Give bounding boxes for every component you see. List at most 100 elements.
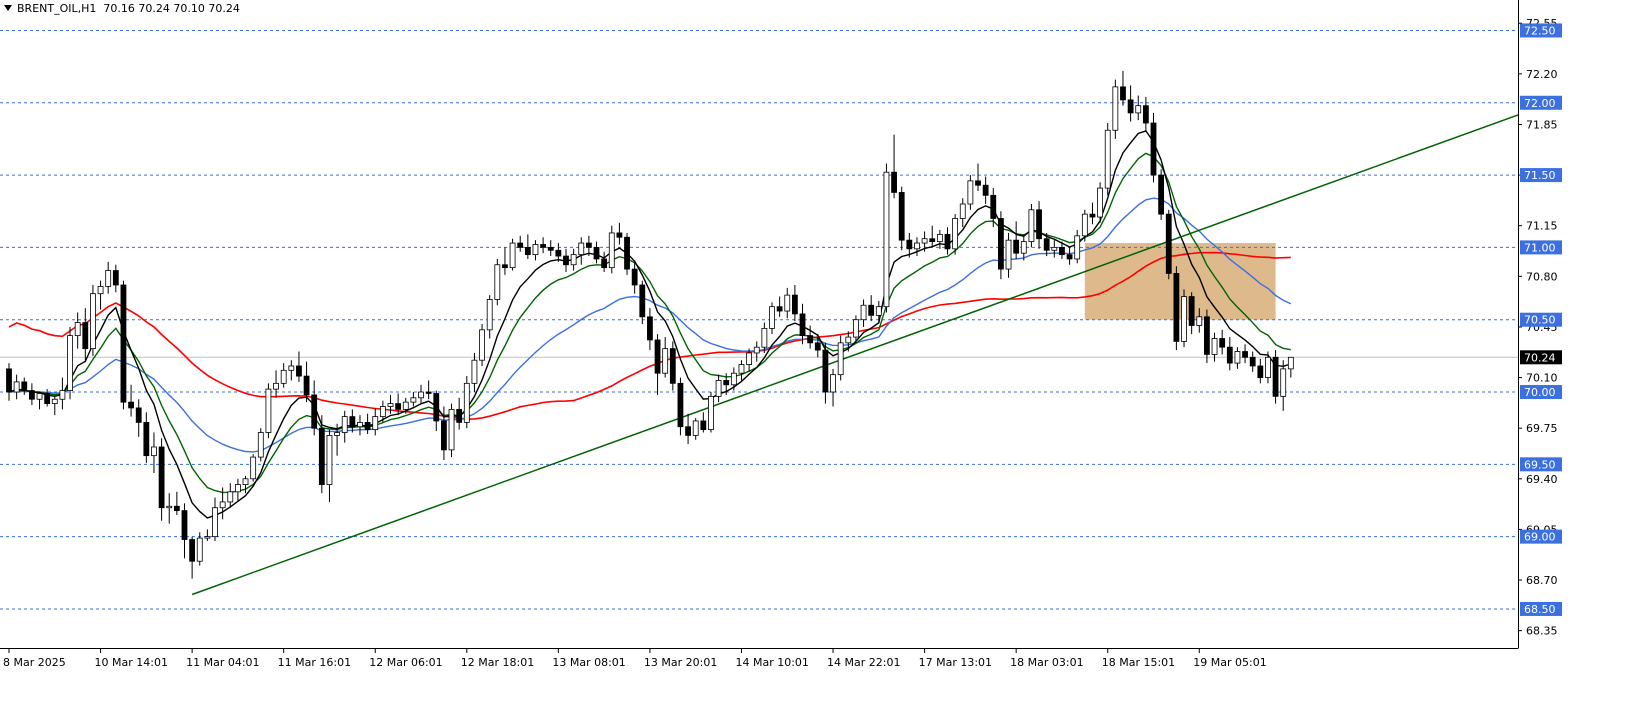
candle-body-bear	[1150, 122, 1157, 176]
candle	[982, 176, 989, 205]
candle-body-bull	[97, 286, 104, 295]
candle-body-bull	[257, 432, 264, 458]
ascending-trendline	[191, 114, 1519, 596]
candle-body-bear	[1089, 213, 1096, 218]
candle	[410, 392, 417, 407]
candle-body-bull	[853, 319, 859, 338]
candle	[59, 377, 66, 410]
candle-body-bull	[280, 369, 287, 384]
candle-body-bear	[891, 171, 897, 193]
candle	[601, 251, 608, 272]
candle-body-bear	[1013, 239, 1020, 254]
candle-body-bear	[120, 284, 127, 403]
candle	[90, 284, 96, 356]
candle-body-bear	[82, 322, 89, 350]
candle-body-bull	[90, 293, 96, 350]
candle-body-bear	[555, 249, 562, 257]
candle-body-bear	[585, 242, 592, 248]
candle-body-bull	[769, 306, 775, 329]
candle	[1127, 85, 1134, 122]
candle	[532, 240, 539, 261]
candle	[1013, 221, 1020, 259]
time-tick-label: 14 Mar 22:01	[827, 656, 900, 669]
candle	[868, 295, 875, 322]
price-tick-label: 71.85	[1526, 118, 1558, 131]
candle	[799, 303, 806, 345]
candle-body-bear	[425, 391, 432, 394]
candle-body-bear	[1120, 86, 1126, 101]
candle-body-bear	[143, 421, 150, 457]
candle-body-bull	[1181, 296, 1187, 342]
candle-body-bull	[265, 388, 272, 433]
candle	[769, 302, 775, 335]
candle-body-bull	[1234, 351, 1241, 364]
candle-body-bear	[982, 184, 989, 196]
candle-body-bull	[715, 380, 722, 397]
candle	[242, 475, 249, 494]
candle-body-bull	[692, 420, 699, 436]
candle-body-bear	[601, 258, 608, 269]
candle-body-bull	[1112, 86, 1119, 131]
price-tick-label: 69.40	[1526, 473, 1558, 486]
candle-body-bull	[730, 372, 737, 386]
candle-body-bull	[196, 537, 203, 562]
candle-body-bull	[936, 233, 943, 243]
candle-body-bear	[524, 246, 531, 256]
candle-body-bull	[746, 352, 753, 365]
candle-body-bull	[379, 406, 386, 418]
candle	[540, 237, 546, 254]
candle-body-bear	[433, 393, 440, 422]
candle-body-bull	[151, 446, 157, 457]
level-price-label: 69.00	[1524, 531, 1556, 544]
candle	[1158, 169, 1165, 220]
candle	[326, 429, 333, 502]
candle	[1165, 209, 1172, 280]
candle	[570, 248, 577, 271]
candle	[135, 399, 142, 437]
candle	[784, 287, 791, 319]
candle	[479, 324, 485, 366]
candle	[860, 299, 867, 327]
candle	[357, 415, 363, 436]
candle-body-bull	[494, 264, 501, 300]
candle	[181, 503, 188, 559]
candle	[692, 418, 699, 440]
candle	[998, 211, 1004, 280]
candle	[128, 384, 134, 417]
candle	[563, 248, 569, 272]
candle	[708, 392, 714, 433]
candlestick-chart[interactable]: 72.5572.2071.8571.5071.1570.8070.4570.10…	[0, 0, 1651, 708]
candle	[1257, 358, 1264, 384]
candle-body-bull	[67, 335, 73, 391]
candle	[173, 491, 180, 515]
candle-body-bear	[456, 408, 463, 423]
price-tick-label: 70.80	[1526, 270, 1558, 283]
candle-body-bear	[21, 381, 28, 391]
candle-body-bear	[1188, 296, 1195, 326]
candle	[677, 377, 684, 436]
candle-body-bear	[517, 242, 524, 248]
candle-body-bear	[1257, 365, 1264, 378]
candle-body-bull	[463, 382, 470, 423]
candle-body-bear	[1066, 254, 1073, 260]
candle	[395, 393, 402, 416]
candle-body-bull	[212, 507, 218, 538]
candle-body-bull	[570, 254, 577, 266]
candle	[647, 308, 653, 351]
candle-body-bear	[1173, 273, 1180, 342]
candle	[120, 280, 127, 410]
candle-body-bull	[341, 416, 348, 433]
candle	[1226, 337, 1233, 371]
candle-body-bear	[807, 335, 814, 344]
candle	[898, 186, 905, 251]
time-tick-label: 11 Mar 04:01	[186, 656, 259, 669]
candle	[883, 163, 890, 313]
candle	[166, 493, 173, 524]
candle	[936, 230, 943, 249]
candle-body-bear	[28, 390, 35, 400]
candle-body-bear	[1127, 99, 1134, 114]
candle	[654, 334, 661, 395]
level-price-label: 69.50	[1524, 458, 1556, 471]
candle-body-bull	[479, 329, 485, 361]
candle-body-bear	[1204, 316, 1210, 355]
